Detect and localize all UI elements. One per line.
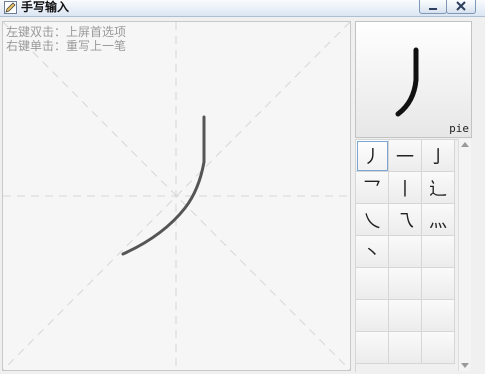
candidate-cell[interactable] (389, 300, 422, 332)
scroll-down-icon[interactable] (461, 363, 469, 368)
candidate-cell[interactable] (422, 236, 455, 268)
candidate-cell[interactable]: 灬 (422, 204, 455, 236)
candidate-cell[interactable]: 丿 (356, 140, 389, 172)
hint-right-click: 右键单击：重写上一笔 (6, 39, 127, 53)
candidate-cell[interactable]: 一 (389, 140, 422, 172)
minimize-button[interactable] (419, 0, 447, 14)
candidate-cell[interactable] (422, 300, 455, 332)
candidate-panel: pie 丿 一 亅 乛 丨 辶 乀 乁 灬 丶 (355, 21, 472, 372)
candidate-cell[interactable]: 乛 (356, 172, 389, 204)
candidate-cell[interactable] (356, 300, 389, 332)
candidate-scrollbar[interactable] (458, 139, 471, 371)
candidate-cell[interactable] (389, 268, 422, 300)
scroll-up-icon[interactable] (461, 142, 469, 147)
handwritten-stroke (121, 115, 206, 256)
title-bar[interactable]: 手写输入 (0, 0, 485, 17)
minimize-icon (429, 8, 437, 10)
candidate-cell[interactable] (356, 268, 389, 300)
candidate-cell[interactable]: 乁 (389, 204, 422, 236)
handwriting-canvas[interactable]: 左键双击：上屏首选项 右键单击：重写上一笔 (2, 21, 351, 371)
pencil-icon (4, 1, 17, 14)
candidate-cell[interactable]: 亅 (422, 140, 455, 172)
candidate-cell[interactable]: 辶 (422, 172, 455, 204)
candidate-cell[interactable] (389, 332, 422, 364)
close-icon (456, 1, 466, 11)
window-body: 左键双击：上屏首选项 右键单击：重写上一笔 pie 丿 一 亅 乛 丨 辶 乀 … (0, 17, 485, 374)
hint-double-click: 左键双击：上屏首选项 (6, 25, 127, 39)
close-button[interactable] (446, 0, 476, 14)
candidate-cell[interactable] (389, 236, 422, 268)
canvas-guides (3, 22, 350, 370)
pinyin-label: pie (449, 122, 469, 135)
window-title: 手写输入 (21, 0, 70, 14)
character-preview: pie (355, 21, 472, 138)
candidate-cell[interactable]: 丶 (356, 236, 389, 268)
candidate-cell[interactable] (422, 268, 455, 300)
candidate-cell[interactable]: 乀 (356, 204, 389, 236)
candidate-cell[interactable] (422, 332, 455, 364)
stroke-candidate-grid: 丿 一 亅 乛 丨 辶 乀 乁 灬 丶 (355, 139, 458, 372)
preview-stroke (395, 47, 419, 117)
candidate-cell[interactable] (356, 332, 389, 364)
candidate-cell[interactable]: 丨 (389, 172, 422, 204)
